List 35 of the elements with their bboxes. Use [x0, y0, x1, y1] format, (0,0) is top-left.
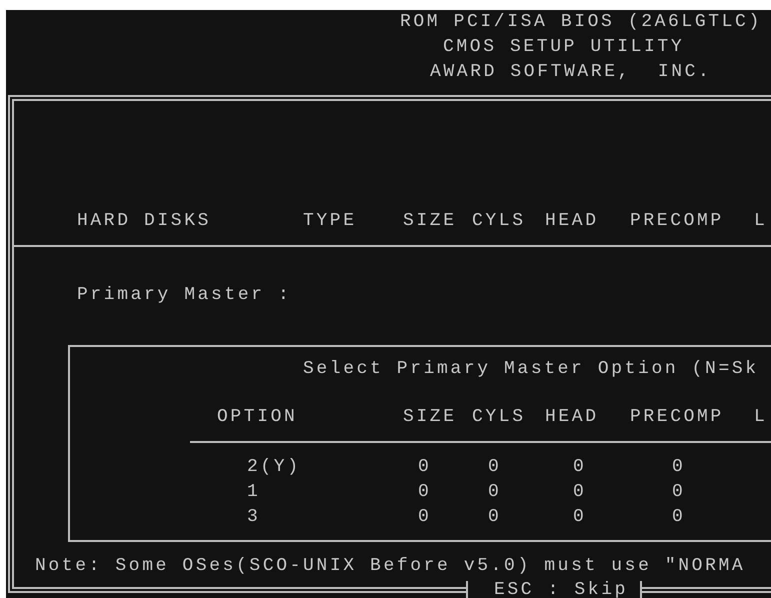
table-cell-text: 0 [573, 481, 586, 504]
table-cell-text: 0 [573, 456, 586, 479]
column-header: SIZE [403, 210, 457, 233]
esc-skip-label: ESC : Skip [466, 581, 642, 598]
column-header: HEAD [545, 210, 599, 233]
bios-title-line: AWARD SOFTWARE, INC. [430, 61, 712, 84]
column-header: L [754, 210, 768, 233]
table-cell-text: 0 [418, 481, 432, 504]
table-cell-text: 0 [672, 481, 686, 504]
table-cell-text: 0 [488, 481, 502, 504]
table-cell-text: 0 [573, 506, 586, 529]
column-header: CYLS [472, 210, 526, 233]
column-header: HARD DISKS [77, 210, 212, 233]
drive-label: Primary Master : [77, 284, 292, 307]
column-header: HEAD [545, 406, 599, 429]
dialog-title: Select Primary Master Option (N=Sk [303, 358, 759, 381]
table-cell-text: 0 [672, 506, 686, 529]
option-value[interactable]: 2(Y) [247, 455, 301, 480]
table-cell-text: 0 [418, 506, 432, 529]
column-header: OPTION [217, 406, 298, 429]
column-header: PRECOMP [630, 210, 724, 233]
column-header: PRECOMP [630, 406, 724, 429]
table-cell-text: 0 [488, 456, 502, 479]
table-cell-text: 0 [672, 456, 686, 479]
note-text: Note: Some OSes(SCO-UNIX Before v5.0) must use "NORMA [35, 555, 746, 578]
table-cell-text: 0 [488, 506, 502, 529]
bios-title-line: ROM PCI/ISA BIOS (2A6LGTLC) [400, 11, 762, 34]
bios-title-line: CMOS SETUP UTILITY [443, 36, 684, 59]
column-header: TYPE [303, 210, 357, 233]
table-cell-text: 0 [418, 456, 432, 479]
column-header: CYLS [472, 406, 526, 429]
column-header: L [754, 406, 768, 429]
option-value[interactable]: 1 [247, 480, 260, 505]
column-header: SIZE [403, 406, 457, 429]
option-value[interactable]: 3 [247, 505, 260, 530]
